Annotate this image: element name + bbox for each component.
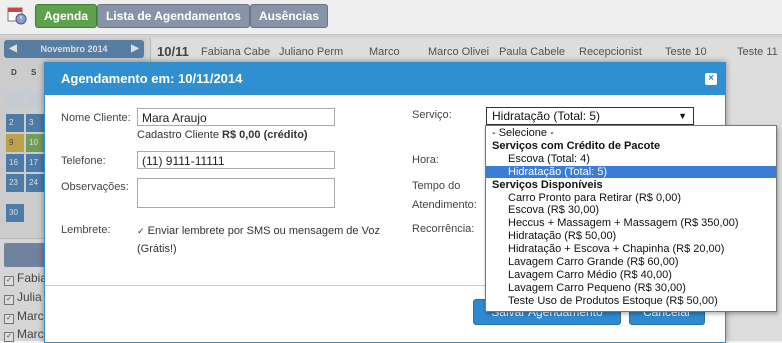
top-tab-bar: Agenda Lista de Agendamentos Ausências xyxy=(0,0,782,35)
nome-cliente-input[interactable]: Mara Araujo xyxy=(137,108,335,126)
tab-lista-agendamentos[interactable]: Lista de Agendamentos xyxy=(97,4,250,28)
checkbox-icon[interactable]: ✓ xyxy=(137,226,145,236)
recorrencia-label: Recorrência: xyxy=(412,223,475,235)
dropdown-option[interactable]: Lavagem Carro Pequeno (R$ 30,00) xyxy=(486,282,776,294)
dropdown-arrow-icon: ▼ xyxy=(678,111,687,121)
dialog-title: Agendamento em: 10/11/2014 xyxy=(61,71,243,86)
dropdown-optgroup: Serviços Disponíveis xyxy=(492,178,603,191)
dropdown-option[interactable]: - Selecione - xyxy=(486,127,776,139)
servico-label: Serviço: xyxy=(412,109,452,121)
dropdown-option[interactable]: Teste Uso de Produtos Estoque (R$ 50,00) xyxy=(486,295,776,307)
servico-dropdown-list: - Selecione - Serviços com Crédito de Pac… xyxy=(485,125,777,312)
tab-ausencias[interactable]: Ausências xyxy=(250,4,329,28)
calendar-clock-icon xyxy=(7,7,27,25)
dropdown-option[interactable]: Escova (R$ 30,00) xyxy=(486,204,776,216)
dropdown-option[interactable]: Escova (Total: 4) xyxy=(486,153,776,165)
nome-cliente-label: Nome Cliente: xyxy=(61,112,131,124)
dialog-title-bar: Agendamento em: 10/11/2014 × xyxy=(45,63,725,95)
telefone-label: Telefone: xyxy=(61,155,106,167)
dropdown-option[interactable]: Carro Pronto para Retirar (R$ 0,00) xyxy=(486,192,776,204)
close-icon[interactable]: × xyxy=(705,73,717,85)
dropdown-option[interactable]: Hidratação + Escova + Chapinha (R$ 20,00… xyxy=(486,243,776,255)
tab-agenda[interactable]: Agenda xyxy=(35,4,98,28)
telefone-input[interactable]: (11) 9111-11111 xyxy=(137,151,335,169)
dropdown-option[interactable]: Lavagem Carro Grande (R$ 60,00) xyxy=(486,256,776,268)
dropdown-option[interactable]: Heccus + Massagem + Massagem (R$ 350,00) xyxy=(486,217,776,229)
servico-select[interactable]: Hidratação (Total: 5) ▼ xyxy=(486,107,694,125)
lembrete-option[interactable]: ✓ Enviar lembrete por SMS ou mensagem de… xyxy=(137,222,397,258)
hora-label: Hora: xyxy=(412,154,439,166)
tempo-label: Tempo do xyxy=(412,180,461,192)
tempo-label-2: Atendimento: xyxy=(412,199,477,211)
cadastro-cliente-info: Cadastro Cliente R$ 0,00 (crédito) xyxy=(137,129,308,141)
observacoes-label: Observações: xyxy=(61,181,129,193)
dropdown-option[interactable]: Lavagem Carro Médio (R$ 40,00) xyxy=(486,269,776,281)
lembrete-label: Lembrete: xyxy=(61,224,111,236)
observacoes-textarea[interactable] xyxy=(137,178,335,208)
dropdown-option[interactable]: Hidratação (Total: 5) xyxy=(486,165,776,178)
dropdown-optgroup: Serviços com Crédito de Pacote xyxy=(492,139,661,152)
dropdown-option[interactable]: Hidratação (R$ 50,00) xyxy=(486,230,776,242)
